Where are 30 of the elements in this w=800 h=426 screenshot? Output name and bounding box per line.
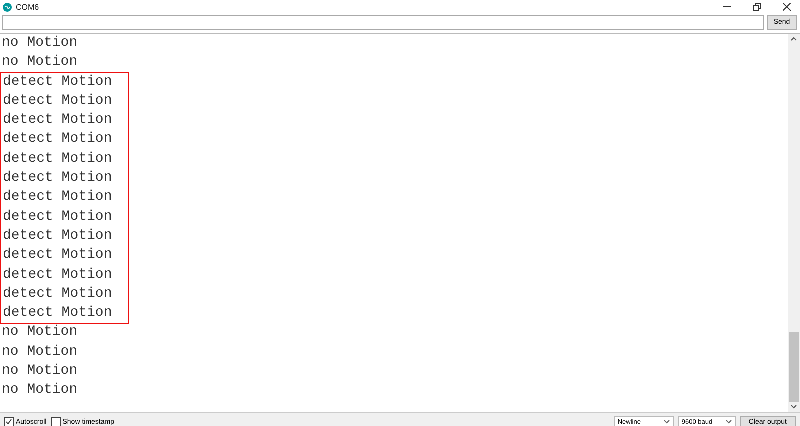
output-line: detect Motion [2, 284, 112, 304]
output-line: no Motion [1, 323, 78, 342]
output-line: detect Motion [2, 246, 112, 266]
window-title: COM6 [16, 2, 40, 12]
output-line: detect Motion [2, 72, 112, 92]
output-line: detect Motion [2, 266, 112, 285]
output-line: no Motion [1, 34, 78, 53]
output-line: detect Motion [2, 188, 112, 208]
output-line: no Motion [1, 362, 78, 382]
scrollbar[interactable] [788, 34, 800, 412]
app-icon [3, 2, 12, 12]
output-line: no Motion [1, 381, 78, 400]
chevron-icon [664, 420, 670, 424]
output-line: detect Motion [2, 150, 112, 169]
output-line: detect Motion [2, 304, 112, 324]
output-line: no Motion [1, 53, 78, 72]
output-line: detect Motion [2, 169, 112, 188]
output-line: detect Motion [2, 208, 112, 227]
output-line: detect Motion [2, 111, 112, 130]
send-input-field[interactable] [2, 15, 764, 30]
scrollbar-thumb[interactable] [789, 332, 799, 402]
output-line: no Motion [1, 342, 78, 362]
output-line: detect Motion [2, 130, 112, 150]
output-line: detect Motion [2, 92, 112, 111]
checkbox[interactable] [50, 417, 61, 426]
output-line: detect Motion [2, 226, 112, 246]
restore-icon[interactable] [753, 3, 761, 11]
close-icon[interactable] [783, 3, 791, 11]
chevron-icon [726, 420, 732, 424]
checkbox[interactable] [4, 417, 14, 426]
